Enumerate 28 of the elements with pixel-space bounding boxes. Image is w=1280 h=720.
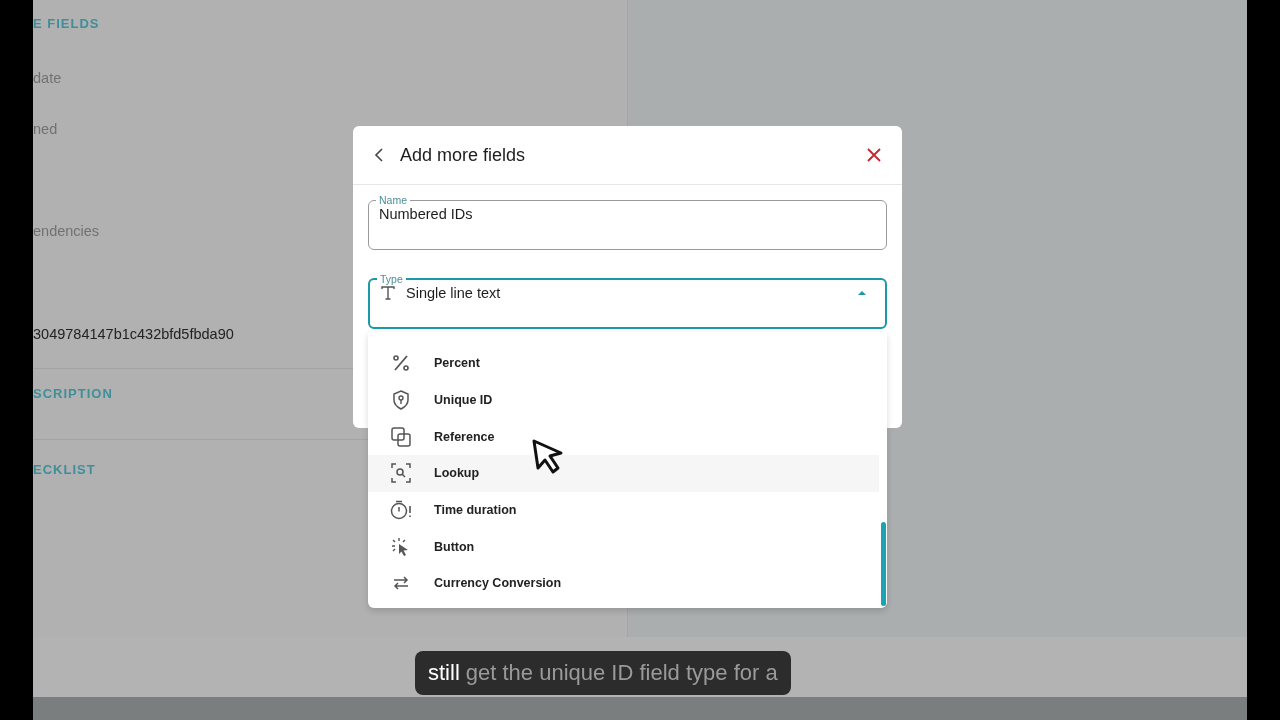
menu-option[interactable]: Button: [368, 528, 879, 566]
overlapping-squares-icon: [391, 426, 411, 447]
field-label: ned: [33, 121, 58, 137]
section-heading: SCRIPTION: [33, 386, 113, 401]
id-value: 3049784147b1c432bfd5fbda90: [33, 326, 234, 342]
search-icon: [391, 463, 411, 484]
menu-option[interactable]: Lookup: [368, 455, 879, 492]
menu-option[interactable]: Currency Conversion: [368, 565, 879, 602]
menu-option[interactable]: Percent: [368, 345, 879, 382]
shield-key-icon: [392, 390, 410, 411]
text-icon: [380, 285, 396, 301]
percent-icon: [392, 354, 410, 373]
menu-option[interactable]: Time duration: [368, 491, 879, 529]
subtitle-caption: still get the unique ID field type for a: [415, 651, 791, 695]
stopwatch-icon: [390, 500, 412, 521]
section-heading: E FIELDS: [33, 16, 100, 31]
field-label: date: [33, 70, 62, 86]
menu-option[interactable]: Unique ID: [368, 381, 879, 419]
field-label: endencies: [33, 223, 100, 239]
section-heading: ECKLIST: [33, 462, 96, 477]
swap-arrows-icon: [392, 576, 410, 591]
caret-icon[interactable]: [857, 290, 867, 296]
type-dropdown[interactable]: Type Single line text: [368, 273, 887, 329]
name-field[interactable]: Name Numbered IDs: [368, 194, 887, 250]
dialog-title: Add more fields: [400, 144, 527, 166]
back-icon[interactable]: [374, 148, 384, 162]
close-icon[interactable]: [867, 148, 881, 162]
menu-option[interactable]: Reference: [368, 418, 879, 456]
